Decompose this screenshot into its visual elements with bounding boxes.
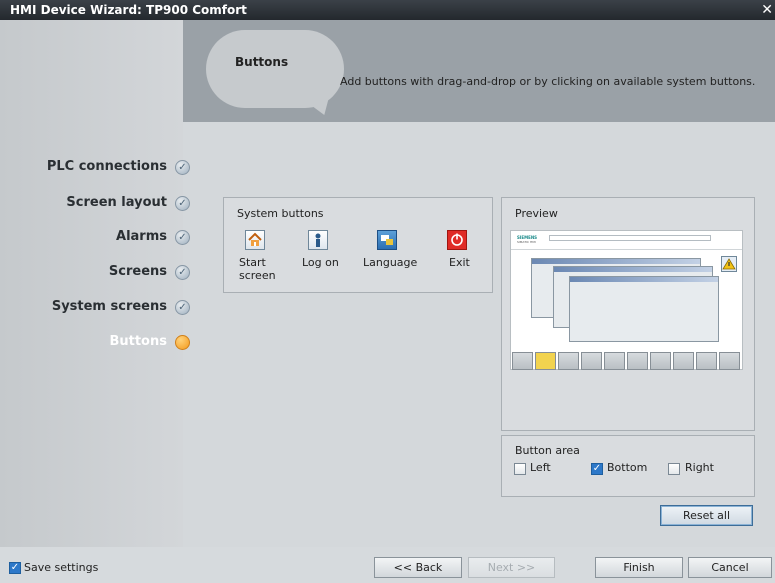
preview-button <box>696 352 717 370</box>
preview-button <box>627 352 648 370</box>
bottom-checkbox[interactable]: ✓ <box>591 463 603 475</box>
checkmark-icon: ✓ <box>175 230 190 245</box>
system-buttons-title: System buttons <box>237 207 324 220</box>
log-on-icon <box>308 230 328 250</box>
page-title: Buttons <box>235 55 289 69</box>
warning-icon <box>721 256 737 272</box>
steps-panel <box>0 20 183 547</box>
step-plc-connections[interactable]: PLC connections <box>47 159 167 174</box>
preview-simatic-text: SIMATIC HMI <box>517 240 536 244</box>
left-checkbox[interactable] <box>514 463 526 475</box>
finish-button[interactable]: Finish <box>595 557 683 578</box>
preview-header-bar: SIEMENS SIMATIC HMI <box>511 231 742 250</box>
preview-button-row <box>510 352 743 371</box>
current-step-icon <box>175 335 190 350</box>
exit-button[interactable]: Exit <box>443 230 483 269</box>
step-screen-layout[interactable]: Screen layout <box>66 195 167 210</box>
save-settings-checkbox[interactable]: ✓ <box>9 562 21 574</box>
home-icon <box>245 230 265 250</box>
checkmark-icon: ✓ <box>175 265 190 280</box>
preview-button <box>650 352 671 370</box>
preview-window-front <box>569 276 719 342</box>
page-description: Add buttons with drag-and-drop or by cli… <box>340 75 756 88</box>
preview-image: SIEMENS SIMATIC HMI <box>510 230 743 370</box>
preview-button-highlight <box>535 352 556 370</box>
right-checkbox[interactable] <box>668 463 680 475</box>
save-settings-label: Save settings <box>24 561 99 574</box>
log-on-button[interactable]: Log on <box>302 230 354 269</box>
step-alarms[interactable]: Alarms <box>116 229 167 244</box>
language-button[interactable]: Language <box>363 230 429 269</box>
exit-icon <box>447 230 467 250</box>
next-button[interactable]: Next >> <box>468 557 555 578</box>
log-on-label: Log on <box>302 256 339 269</box>
start-screen-button[interactable]: Start screen <box>239 230 291 282</box>
back-button[interactable]: << Back <box>374 557 462 578</box>
preview-title-field <box>549 235 711 241</box>
language-label: Language <box>363 256 418 269</box>
checkmark-icon: ✓ <box>175 160 190 175</box>
step-screens[interactable]: Screens <box>109 264 167 279</box>
right-label: Right <box>685 461 714 474</box>
checkmark-icon: ✓ <box>175 300 190 315</box>
preview-button <box>581 352 602 370</box>
left-label: Left <box>530 461 551 474</box>
language-icon <box>377 230 397 250</box>
title-bar: HMI Device Wizard: TP900 Comfort ✕ <box>0 0 775 20</box>
preview-button <box>673 352 694 370</box>
preview-button <box>604 352 625 370</box>
window-title: HMI Device Wizard: TP900 Comfort <box>10 3 247 17</box>
step-system-screens[interactable]: System screens <box>52 299 167 314</box>
checkmark-icon: ✓ <box>175 196 190 211</box>
start-screen-label: Start screen <box>239 256 276 282</box>
cancel-button[interactable]: Cancel <box>688 557 772 578</box>
exit-label: Exit <box>449 256 470 269</box>
button-area-title: Button area <box>515 444 580 457</box>
reset-all-button[interactable]: Reset all <box>660 505 753 526</box>
preview-button <box>558 352 579 370</box>
close-icon[interactable]: ✕ <box>761 2 773 18</box>
bottom-label: Bottom <box>607 461 648 474</box>
preview-title: Preview <box>515 207 558 220</box>
step-buttons[interactable]: Buttons <box>109 334 167 349</box>
preview-button <box>719 352 740 370</box>
preview-button <box>512 352 533 370</box>
